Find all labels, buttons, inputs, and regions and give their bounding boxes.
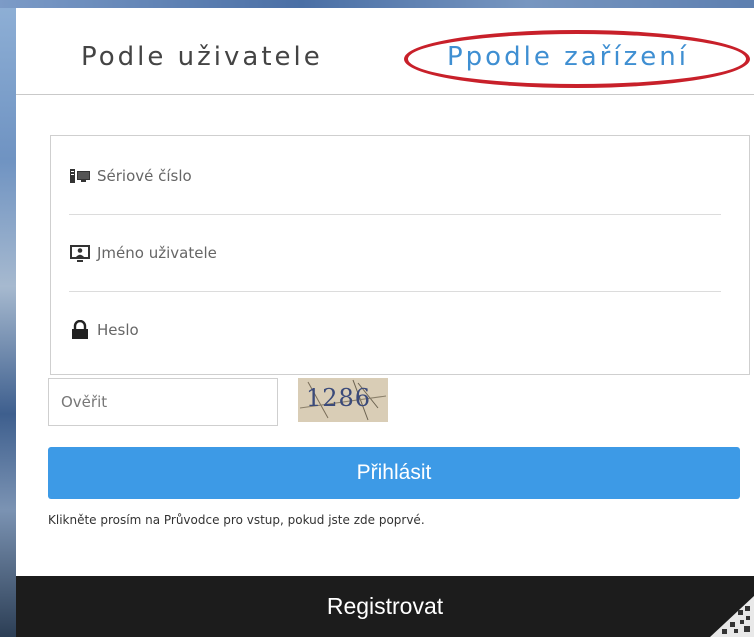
username-field[interactable]: Jméno uživatele bbox=[69, 215, 721, 292]
serial-number-field[interactable]: Sériové číslo bbox=[69, 138, 721, 215]
login-panel: Podle uživatele Ppodle zařízení Sériové … bbox=[16, 8, 754, 637]
tab-by-device[interactable]: Ppodle zařízení bbox=[447, 42, 689, 72]
verify-input[interactable]: Ověřit bbox=[48, 378, 278, 426]
captcha-text: 1286 bbox=[306, 384, 372, 412]
verify-placeholder: Ověřit bbox=[61, 393, 108, 411]
login-button[interactable]: Přihlásit bbox=[48, 447, 740, 499]
password-field[interactable]: Heslo bbox=[69, 292, 721, 368]
tab-by-user[interactable]: Podle uživatele bbox=[81, 42, 323, 72]
user-monitor-icon bbox=[69, 243, 91, 263]
desktop-background-left bbox=[0, 0, 16, 637]
login-button-label: Přihlásit bbox=[356, 461, 432, 484]
tab-divider bbox=[16, 94, 754, 95]
username-label: Jméno uživatele bbox=[97, 244, 217, 262]
register-button-label: Registrovat bbox=[326, 593, 444, 619]
first-time-hint[interactable]: Klikněte prosím na Průvodce pro vstup, p… bbox=[48, 513, 425, 527]
lock-icon bbox=[69, 319, 91, 340]
credentials-box: Sériové číslo Jméno uživatele Heslo bbox=[50, 135, 750, 375]
register-button[interactable]: Registrovat bbox=[16, 576, 754, 637]
serial-device-icon bbox=[69, 166, 91, 186]
qr-code-icon[interactable] bbox=[710, 596, 754, 637]
captcha-image[interactable]: 1286 bbox=[298, 378, 388, 422]
login-screen: Podle uživatele Ppodle zařízení Sériové … bbox=[0, 0, 754, 637]
serial-number-label: Sériové číslo bbox=[97, 167, 192, 185]
password-label: Heslo bbox=[97, 321, 139, 339]
desktop-background-top bbox=[0, 0, 754, 8]
